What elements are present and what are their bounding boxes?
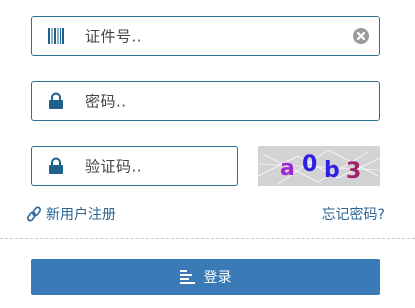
password-placeholder: 密码.. [85, 92, 127, 111]
clear-icon[interactable] [353, 28, 369, 44]
login-form: 证件号.. 密码.. 验证码.. a 0 b 3 新用户注册 忘记密码? 登录 [0, 0, 415, 308]
barcode-icon [46, 26, 66, 46]
password-field[interactable]: 密码.. [31, 81, 380, 121]
register-link[interactable]: 新用户注册 [27, 204, 116, 224]
login-button-label: 登录 [203, 270, 232, 286]
id-number-placeholder: 证件号.. [85, 27, 143, 46]
captcha-char: b [324, 158, 340, 183]
captcha-char: a [280, 156, 295, 181]
align-left-icon [179, 270, 196, 284]
captcha-image[interactable]: a 0 b 3 [258, 146, 380, 186]
lock-icon [46, 91, 66, 111]
captcha-char: 3 [346, 159, 361, 184]
forgot-password-link[interactable]: 忘记密码? [322, 204, 385, 224]
forgot-password-label: 忘记密码? [321, 207, 385, 223]
captcha-placeholder: 验证码.. [85, 157, 143, 176]
captcha-field[interactable]: 验证码.. [31, 146, 238, 186]
divider [0, 238, 415, 239]
register-link-label: 新用户注册 [46, 207, 116, 223]
captcha-char: 0 [302, 152, 317, 177]
link-icon [27, 206, 41, 222]
id-number-field[interactable]: 证件号.. [31, 16, 380, 56]
login-button[interactable]: 登录 [31, 259, 380, 295]
lock-icon [46, 156, 66, 176]
